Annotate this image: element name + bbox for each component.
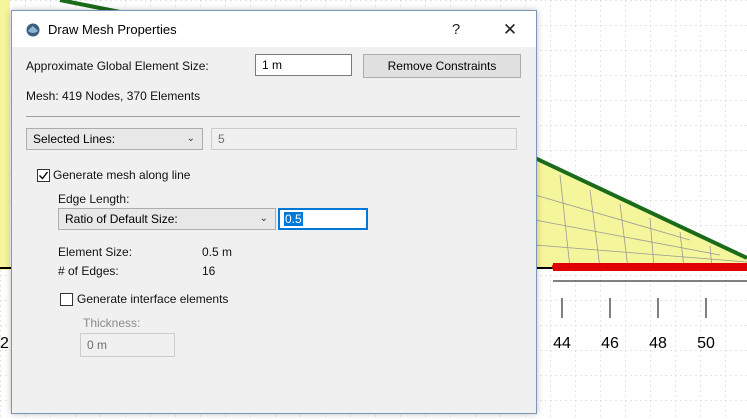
selected-count-field: 5 xyxy=(211,128,517,150)
app-sphere-icon xyxy=(26,23,40,37)
draw-mesh-properties-dialog: Draw Mesh Properties ? ✕ Approximate Glo… xyxy=(11,10,537,414)
ratio-input[interactable]: 0.5 xyxy=(278,208,368,230)
global-size-input[interactable]: 1 m xyxy=(255,54,352,76)
axis-tick-46: 46 xyxy=(601,335,619,352)
interface-elements-label[interactable]: Generate interface elements xyxy=(77,292,228,306)
selection-type-dropdown[interactable]: Selected Lines: ⌄ xyxy=(26,128,203,150)
ratio-value: 0.5 xyxy=(284,212,303,226)
axis-tick-50: 50 xyxy=(697,335,715,352)
chevron-down-icon: ⌄ xyxy=(259,213,268,224)
dialog-titlebar[interactable]: Draw Mesh Properties ? ✕ xyxy=(12,11,536,47)
axis-tick-partial: 2 xyxy=(0,335,9,352)
generate-mesh-checkbox[interactable] xyxy=(37,169,50,182)
edge-length-label: Edge Length: xyxy=(58,192,130,206)
dialog-title: Draw Mesh Properties xyxy=(48,22,177,37)
global-size-label: Approximate Global Element Size: xyxy=(26,59,209,73)
remove-constraints-button[interactable]: Remove Constraints xyxy=(363,54,521,78)
divider xyxy=(26,116,520,117)
help-button[interactable]: ? xyxy=(436,17,476,43)
edge-length-mode-value: Ratio of Default Size: xyxy=(65,212,178,226)
edges-label: # of Edges: xyxy=(58,264,119,278)
chevron-down-icon: ⌄ xyxy=(186,133,195,144)
generate-mesh-label[interactable]: Generate mesh along line xyxy=(53,168,190,182)
edges-value: 16 xyxy=(202,264,216,278)
element-size-value: 0.5 m xyxy=(202,245,233,259)
mesh-info-label: Mesh: 419 Nodes, 370 Elements xyxy=(26,89,201,103)
axis-tick-44: 44 xyxy=(553,335,571,352)
axis-tick-48: 48 xyxy=(649,335,667,352)
thickness-field: 0 m xyxy=(80,333,175,357)
close-button[interactable]: ✕ xyxy=(490,17,530,43)
checkmark-icon xyxy=(39,171,49,180)
element-size-label: Element Size: xyxy=(58,245,133,259)
interface-elements-checkbox[interactable] xyxy=(60,293,73,306)
thickness-label: Thickness: xyxy=(83,316,141,330)
selection-type-value: Selected Lines: xyxy=(33,132,116,146)
edge-length-mode-dropdown[interactable]: Ratio of Default Size: ⌄ xyxy=(58,208,276,230)
